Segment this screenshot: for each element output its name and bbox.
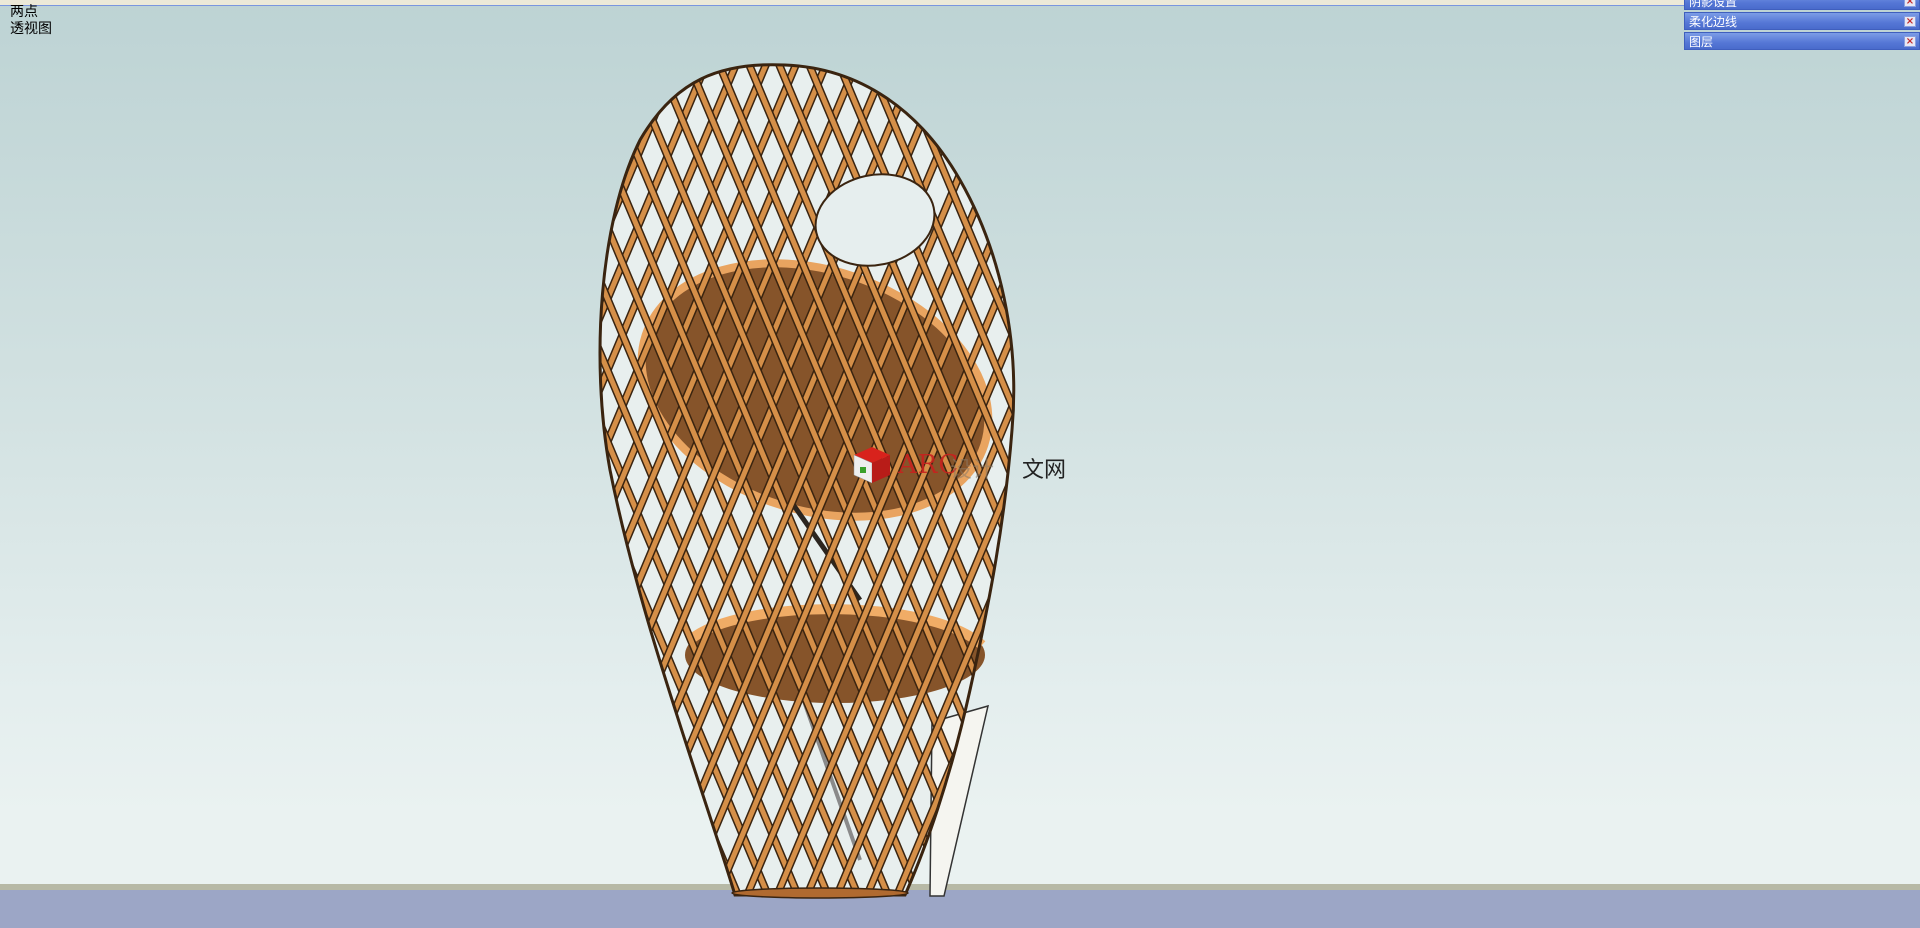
lattice-strut-outline <box>1195 55 1550 900</box>
lattice-strut <box>1315 55 1670 900</box>
lattice-strut <box>1255 55 1610 900</box>
lattice-strut-outline <box>1135 55 1490 900</box>
lattice-strut <box>1165 55 1520 900</box>
lattice-strut-outline <box>600 64 624 895</box>
lattice-strut <box>205 55 560 900</box>
watermark-tail-text: 文网 <box>1022 458 1067 483</box>
lattice-strut-outline <box>1405 55 1760 900</box>
lattice-strut <box>1405 55 1760 900</box>
lattice-strut-outline <box>1345 55 1700 900</box>
lattice-strut-outline <box>1315 55 1670 900</box>
base-ring <box>731 887 909 899</box>
lattice-strut-outline <box>600 64 654 895</box>
lattice-strut-outline <box>1315 55 1670 900</box>
lattice-strut <box>1105 55 1460 900</box>
lattice-strut-outline <box>1375 55 1730 900</box>
lattice-strut <box>1135 55 1490 900</box>
cube-logo-icon <box>853 447 890 484</box>
lattice-strut <box>205 55 560 900</box>
lattice-strut <box>600 64 623 895</box>
lattice-strut <box>1075 55 1430 900</box>
lattice-strut <box>1012 64 1014 895</box>
lattice-strut-outline <box>1011 64 1014 895</box>
lattice-strut-outline <box>600 64 624 895</box>
lattice-strut <box>1045 55 1400 900</box>
lattice-strut-outline <box>1405 55 1760 900</box>
lattice-strut-outline <box>1285 55 1640 900</box>
lattice-strut-outline <box>1375 55 1730 900</box>
lattice-strut <box>1165 55 1520 900</box>
lattice-strut <box>1285 55 1640 900</box>
lattice-strut <box>1285 55 1640 900</box>
lattice-strut <box>1345 55 1700 900</box>
lattice-strut <box>1315 55 1670 900</box>
lattice-strut <box>1105 55 1460 900</box>
lattice-strut <box>1225 55 1580 900</box>
lattice-strut <box>1195 55 1550 900</box>
lattice-strut-outline <box>1225 55 1580 900</box>
lattice-strut-outline <box>1045 55 1400 900</box>
lattice-strut-outline <box>1255 55 1610 900</box>
lattice-strut-outline <box>1105 55 1460 900</box>
lattice-strut-outline <box>1195 55 1550 900</box>
lattice-strut-outline <box>1165 55 1520 900</box>
lattice-strut <box>1375 55 1730 900</box>
lattice-strut-outline <box>1225 55 1580 900</box>
lattice-strut <box>1225 55 1580 900</box>
watermark-faded-text: 设计 <box>950 458 995 483</box>
lattice-strut <box>235 55 590 900</box>
lattice-strut-outline <box>205 55 560 900</box>
lattice-strut-outline <box>1285 55 1640 900</box>
lattice-strut <box>1075 55 1430 900</box>
lattice-strut <box>1405 55 1760 900</box>
lattice-strut <box>600 64 653 895</box>
lattice-strut-outline <box>1011 64 1014 895</box>
lattice-strut-outline <box>1075 55 1430 900</box>
lattice-strut <box>1195 55 1550 900</box>
lattice-strut-outline <box>235 55 590 900</box>
lattice-strut <box>600 64 653 895</box>
lattice-strut-outline <box>1345 55 1700 900</box>
lattice-strut-outline <box>1135 55 1490 900</box>
lattice-strut <box>1375 55 1730 900</box>
lattice-strut-outline <box>1255 55 1610 900</box>
lattice-strut <box>1012 64 1014 895</box>
lattice-strut-outline <box>1045 55 1400 900</box>
lattice-strut <box>1135 55 1490 900</box>
lattice-strut-outline <box>1105 55 1460 900</box>
lattice-strut-outline <box>1075 55 1430 900</box>
lattice-strut-outline <box>1165 55 1520 900</box>
lattice-strut <box>1045 55 1400 900</box>
lattice-strut <box>1255 55 1610 900</box>
lattice-strut <box>235 55 590 900</box>
lattice-strut <box>1345 55 1700 900</box>
lattice-strut-outline <box>235 55 590 900</box>
lattice-strut <box>600 64 623 895</box>
lattice-strut-outline <box>205 55 560 900</box>
lattice-strut-outline <box>600 64 654 895</box>
